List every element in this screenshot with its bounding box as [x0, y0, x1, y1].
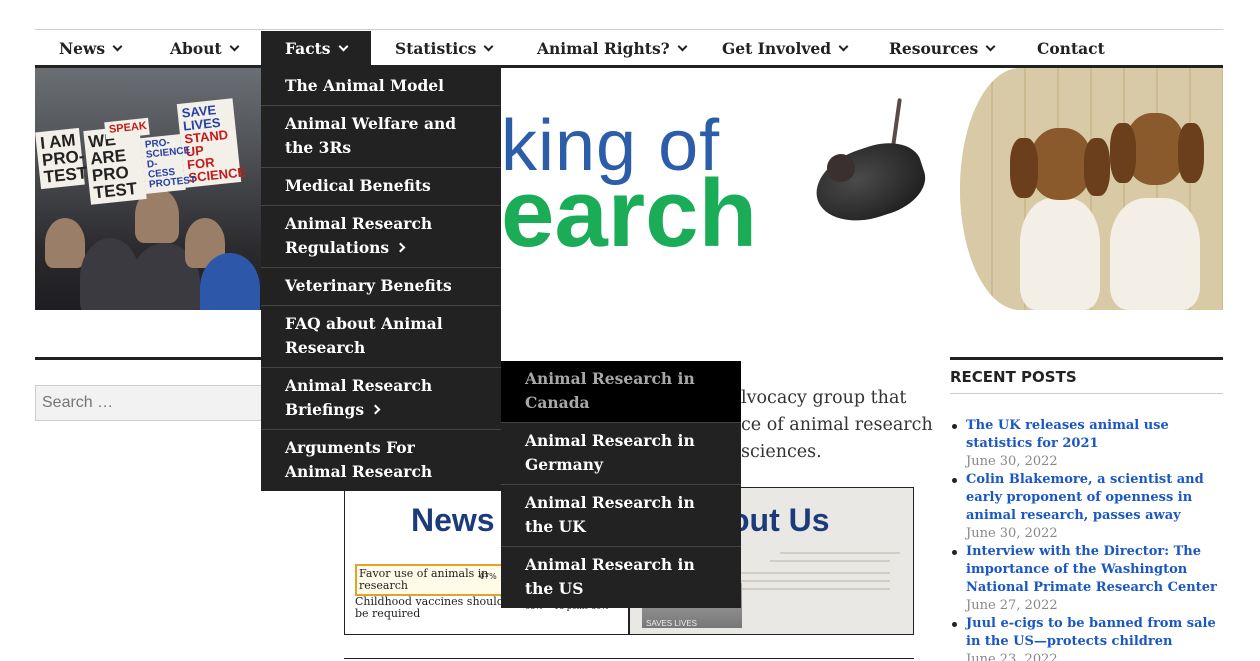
banner-title-line2: earch	[501, 160, 758, 267]
protest-sign: I AM PRO- TEST!	[35, 127, 94, 190]
recent-posts-list: The UK releases animal use statistics fo…	[950, 417, 1223, 661]
about-photo-caption: SAVES LIVES	[646, 619, 697, 628]
protest-sign: SAVE LIVES STAND UP FOR SCIENCE	[176, 98, 247, 188]
menu-item-medical-benefits[interactable]: Medical Benefits	[261, 168, 501, 206]
post-link[interactable]: Interview with the Director: The importa…	[966, 543, 1223, 597]
menu-item-veterinary-benefits[interactable]: Veterinary Benefits	[261, 268, 501, 306]
nav-item-news[interactable]: News	[35, 31, 145, 65]
intro-line: lvocacy group that	[741, 388, 907, 408]
mouse-image	[806, 132, 934, 234]
poll-row: Childhood vaccines should be required	[355, 595, 504, 620]
nav-item-statistics[interactable]: Statistics	[371, 31, 516, 65]
chevron-down-icon	[229, 41, 240, 52]
list-item: Colin Blakemore, a scientist and early p…	[950, 471, 1223, 543]
menu-item-faq[interactable]: FAQ about Animal Research	[261, 306, 501, 368]
chevron-down-icon	[985, 41, 996, 52]
nav-item-get-involved[interactable]: Get Involved	[698, 31, 871, 65]
nav-label: Facts	[285, 39, 331, 58]
chevron-down-icon	[338, 41, 348, 52]
poll-percent: 47%	[479, 572, 497, 581]
submenu-item-uk[interactable]: Animal Research in the UK	[501, 485, 741, 547]
list-item: Juul e-cigs to be banned from sale in th…	[950, 615, 1223, 661]
sidebar-rule	[950, 393, 1223, 394]
about-card-title: out Us	[730, 502, 830, 538]
nav-label: Animal Rights?	[537, 39, 670, 58]
nav-label: Resources	[889, 39, 979, 58]
submenu-item-canada[interactable]: Animal Research in Canada	[501, 361, 741, 423]
list-item: The UK releases animal use statistics fo…	[950, 417, 1223, 471]
chevron-right-icon	[395, 242, 406, 253]
chevron-down-icon	[112, 41, 123, 52]
main-nav: News About Facts Statistics Animal Right…	[35, 31, 1223, 68]
nav-label: News	[59, 39, 106, 58]
post-link[interactable]: Colin Blakemore, a scientist and early p…	[966, 471, 1223, 525]
post-link[interactable]: Juul e-cigs to be banned from sale in th…	[966, 615, 1223, 651]
chevron-down-icon	[677, 41, 688, 52]
nav-item-facts[interactable]: Facts	[261, 31, 371, 65]
submenu-item-us[interactable]: Animal Research in the US	[501, 547, 741, 608]
post-date: June 30, 2022	[966, 454, 1058, 469]
menu-item-briefings[interactable]: Animal Research Briefings	[261, 368, 501, 430]
nav-label: Contact	[1037, 39, 1105, 58]
intro-line: sciences.	[741, 442, 822, 462]
menu-item-regulations[interactable]: Animal Research Regulations	[261, 206, 501, 268]
beagles-photo	[960, 68, 1223, 310]
menu-item-arguments[interactable]: Arguments For Animal Research	[261, 430, 501, 491]
header-banner[interactable]: I AM PRO- TEST! WE ARE PRO TEST SPEAK SA…	[35, 68, 1223, 310]
intro-line: ce of animal research	[741, 415, 933, 435]
menu-item-animal-model[interactable]: The Animal Model	[261, 68, 501, 106]
briefings-submenu: Animal Research in Canada Animal Researc…	[501, 361, 741, 608]
facts-dropdown-menu: The Animal Model Animal Welfare and the …	[261, 68, 501, 491]
post-date: June 23, 2022	[966, 652, 1058, 661]
protest-sign: PRO-SCIENCE D-CESS PROTEST	[140, 134, 197, 194]
post-date: June 30, 2022	[966, 526, 1058, 541]
protest-photo: I AM PRO- TEST! WE ARE PRO TEST SPEAK SA…	[35, 68, 261, 310]
nav-item-contact[interactable]: Contact	[1013, 31, 1129, 65]
nav-label: Statistics	[395, 39, 477, 58]
mouse-ear	[827, 154, 855, 182]
nav-label: About	[170, 39, 222, 58]
chevron-right-icon	[370, 404, 381, 415]
post-date: June 27, 2022	[966, 598, 1058, 613]
nav-item-resources[interactable]: Resources	[865, 31, 1018, 65]
intro-text: lvocacy group that ce of animal research…	[741, 385, 941, 466]
recent-posts-heading: RECENT POSTS	[950, 368, 1077, 386]
nav-item-about[interactable]: About	[146, 31, 262, 65]
search-input[interactable]	[35, 385, 270, 421]
menu-item-welfare-3rs[interactable]: Animal Welfare and the 3Rs	[261, 106, 501, 168]
sidebar-rule-top	[950, 357, 1223, 360]
chevron-down-icon	[483, 41, 494, 52]
list-item: Interview with the Director: The importa…	[950, 543, 1223, 615]
news-card-title: News	[411, 502, 495, 538]
top-border	[35, 29, 1223, 30]
nav-item-animal-rights[interactable]: Animal Rights?	[513, 31, 710, 65]
menu-item-label: Animal Research Briefings	[285, 376, 433, 419]
protest-sign: SPEAK	[104, 117, 150, 140]
nav-label: Get Involved	[722, 39, 832, 58]
submenu-item-germany[interactable]: Animal Research in Germany	[501, 423, 741, 485]
menu-item-label: Animal Research Regulations	[285, 214, 433, 257]
chevron-down-icon	[838, 41, 849, 52]
post-link[interactable]: The UK releases animal use statistics fo…	[966, 417, 1223, 453]
